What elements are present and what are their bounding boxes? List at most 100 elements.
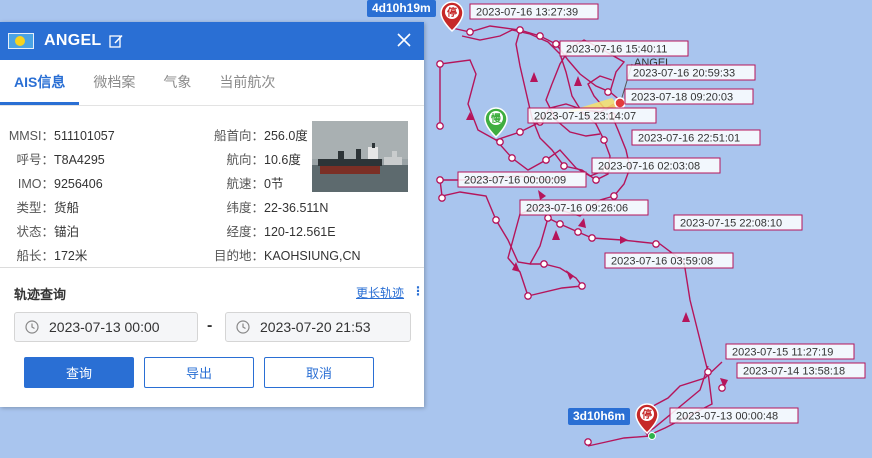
track-point[interactable] — [496, 138, 504, 146]
tab-voyage[interactable]: 当前航次 — [205, 60, 289, 105]
timestamp-label: 2023-07-16 00:00:09 — [457, 171, 587, 188]
vessel-name: ANGEL — [44, 32, 102, 49]
track-point[interactable] — [584, 438, 592, 446]
timestamp-text: 2023-07-14 13:58:18 — [743, 366, 845, 378]
track-point[interactable] — [436, 60, 444, 68]
flag-icon — [8, 33, 34, 49]
track-point[interactable] — [508, 154, 516, 162]
date-separator: - — [207, 317, 213, 334]
query-button[interactable]: 查询 — [24, 357, 134, 388]
track-point[interactable] — [438, 194, 446, 202]
speed-value: 0节 — [264, 177, 284, 191]
track-point[interactable] — [718, 384, 726, 392]
duration-badge-top: 4d10h19m — [367, 0, 436, 17]
track-point[interactable] — [704, 368, 712, 376]
track-point[interactable] — [544, 214, 552, 222]
course-row: 航向：10.6度 — [226, 153, 301, 167]
timestamp-text: 2023-07-16 00:00:09 — [464, 175, 566, 187]
mmsi-row: MMSI：511101057 — [8, 129, 115, 143]
type-value: 货船 — [54, 201, 80, 215]
start-point-icon[interactable] — [648, 432, 656, 440]
timestamp-label: 2023-07-16 15:40:11 — [559, 40, 689, 57]
track-point[interactable] — [466, 28, 474, 36]
course-value: 10.6度 — [264, 153, 301, 167]
lon-value: 120-12.561E — [264, 225, 336, 239]
track-point[interactable] — [610, 192, 618, 200]
end-date-input[interactable]: 2023-07-20 21:53 — [225, 312, 411, 342]
track-point[interactable] — [652, 240, 660, 248]
cancel-button[interactable]: 取消 — [264, 357, 374, 388]
timestamp-text: 2023-07-16 15:40:11 — [566, 44, 667, 56]
track-point[interactable] — [578, 282, 586, 290]
track-query-title: 轨迹查询 — [14, 287, 67, 302]
vessel-info-panel: ANGEL AIS信息 微档案 气象 当前航次 MMSI：511101057 呼… — [0, 22, 424, 407]
panel-header: ANGEL — [0, 22, 424, 60]
tab-weather[interactable]: 气象 — [149, 60, 205, 105]
tab-ais[interactable]: AIS信息 — [0, 60, 80, 105]
type-row: 类型：货船 — [16, 201, 80, 215]
clock-icon — [25, 320, 39, 334]
mmsi-value: 511101057 — [54, 129, 115, 143]
timestamp-text: 2023-07-18 09:20:03 — [631, 92, 733, 104]
length-value: 172米 — [54, 249, 88, 263]
start-date-value: 2023-07-13 00:00 — [49, 319, 160, 335]
more-options-icon[interactable]: ⋮ — [412, 284, 424, 298]
timestamp-label: 2023-07-16 22:51:01 — [631, 129, 761, 146]
track-point[interactable] — [516, 26, 524, 34]
timestamp-label: 2023-07-16 09:26:06 — [519, 199, 649, 216]
timestamp-label: 2023-07-16 03:59:08 — [604, 252, 734, 269]
timestamp-label: 2023-07-18 09:20:03 — [624, 88, 754, 105]
status-value: 锚泊 — [54, 225, 80, 239]
tab-profile[interactable]: 微档案 — [79, 60, 149, 105]
timestamp-label: 2023-07-15 11:27:19 — [725, 343, 855, 360]
section-divider — [0, 267, 424, 268]
imo-row: IMO：9256406 — [17, 177, 103, 191]
timestamp-label: 2023-07-15 22:08:10 — [673, 214, 803, 231]
timestamp-text: 2023-07-16 20:59:33 — [633, 68, 735, 80]
callsign-value: T8A4295 — [54, 153, 105, 167]
vessel-photo[interactable] — [312, 121, 408, 192]
edit-icon[interactable] — [108, 34, 123, 48]
dest-row: 目的地：KAOHSIUNG,CN — [214, 249, 361, 263]
track-point[interactable] — [574, 228, 582, 236]
track-point[interactable] — [604, 88, 612, 96]
lat-row: 纬度：22-36.511N — [226, 201, 329, 215]
track-point[interactable] — [600, 136, 608, 144]
track-point[interactable] — [542, 156, 550, 164]
lat-value: 22-36.511N — [264, 201, 329, 215]
timestamp-text: 2023-07-16 13:27:39 — [476, 7, 578, 19]
stop-pin-bottom-text: 停 — [642, 408, 652, 421]
track-point[interactable] — [436, 176, 444, 184]
timestamp-text: 2023-07-15 22:08:10 — [680, 218, 782, 230]
close-icon[interactable] — [394, 30, 414, 50]
export-button[interactable]: 导出 — [144, 357, 254, 388]
heading-value: 256.0度 — [264, 129, 308, 143]
track-point[interactable] — [516, 128, 524, 136]
slow-pin-text: 慢 — [491, 112, 502, 125]
track-point[interactable] — [536, 32, 544, 40]
speed-row: 航速：0节 — [226, 177, 284, 191]
track-point[interactable] — [592, 176, 600, 184]
track-point[interactable] — [436, 122, 444, 130]
heading-row: 船首向：256.0度 — [214, 129, 308, 143]
status-row: 状态：锚泊 — [16, 225, 80, 239]
dest-value: KAOHSIUNG,CN — [264, 249, 361, 263]
track-point[interactable] — [524, 292, 532, 300]
timestamp-label: 2023-07-16 13:27:39 — [469, 3, 599, 20]
end-date-value: 2023-07-20 21:53 — [260, 319, 371, 335]
track-point[interactable] — [552, 40, 560, 48]
length-row: 船长：172米 — [16, 249, 88, 263]
imo-value: 9256406 — [54, 177, 103, 191]
start-date-input[interactable]: 2023-07-13 00:00 — [14, 312, 198, 342]
timestamp-text: 2023-07-16 22:51:01 — [638, 133, 740, 145]
track-point[interactable] — [492, 216, 500, 224]
callsign-row: 呼号：T8A4295 — [16, 153, 105, 167]
ship-icon[interactable] — [614, 97, 626, 109]
track-point[interactable] — [556, 220, 564, 228]
longer-track-link[interactable]: 更长轨迹 — [356, 284, 404, 301]
track-point[interactable] — [588, 234, 596, 242]
timestamp-text: 2023-07-13 00:00:48 — [676, 411, 778, 423]
track-point[interactable] — [560, 162, 568, 170]
timestamp-label: 2023-07-16 02:03:08 — [591, 157, 721, 174]
track-point[interactable] — [540, 260, 548, 268]
